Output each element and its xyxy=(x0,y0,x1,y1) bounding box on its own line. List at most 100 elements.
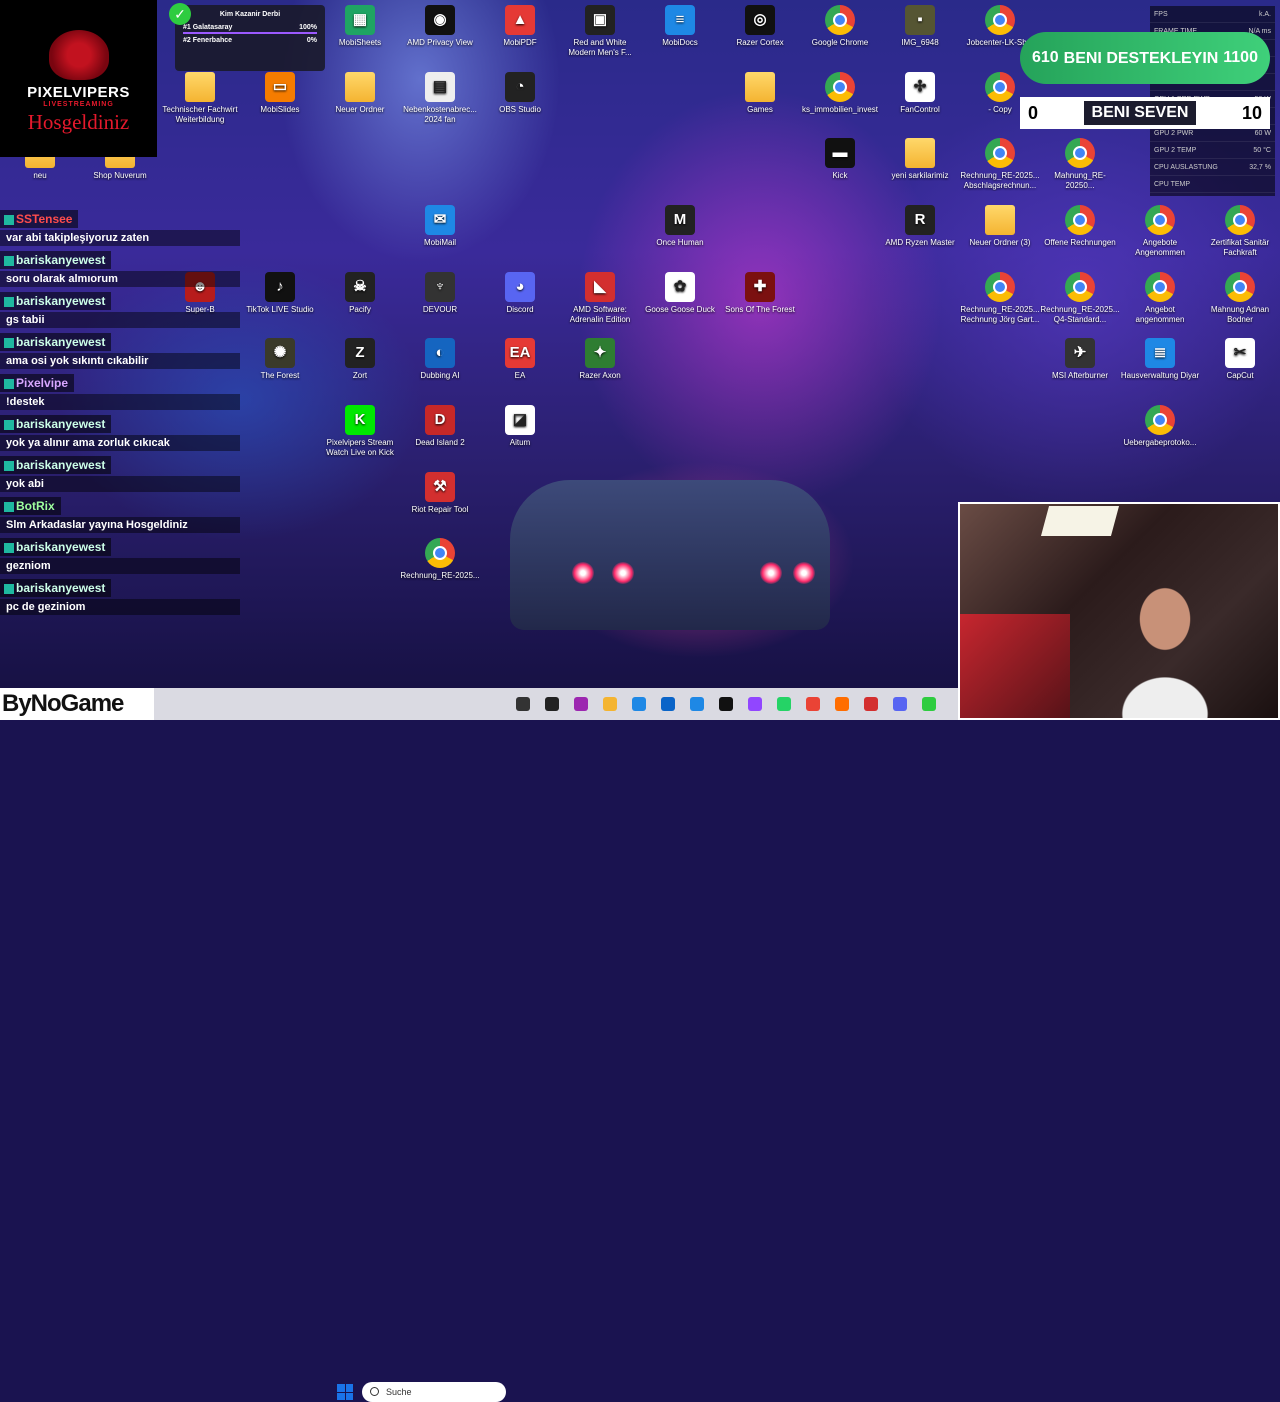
desktop-icon[interactable]: ✣ FanControl xyxy=(880,72,960,115)
desktop-icon-label: MobiDocs xyxy=(662,38,698,47)
desktop-icon-label: Hausverwaltung Diyar xyxy=(1120,371,1200,380)
desktop-icon[interactable]: ▦ MobiSheets xyxy=(320,5,400,48)
desktop-icon[interactable]: ▣ Red and White Modern Men's F... xyxy=(560,5,640,58)
desktop-icon-label: Google Chrome xyxy=(811,38,869,47)
desktop-icon[interactable]: ▲ MobiPDF xyxy=(480,5,560,48)
desktop-icon[interactable]: Mahnung Adnan Bodner xyxy=(1200,272,1280,325)
chat-username-text: Pixelvipe xyxy=(16,376,69,390)
desktop-icon[interactable]: ◉ AMD Privacy View xyxy=(400,5,480,48)
desktop-icon[interactable]: Angebot angenommen xyxy=(1120,272,1200,325)
chat-text: yok ya alınır ama zorluk cıkıcak xyxy=(0,435,240,451)
desktop-icon[interactable]: ▪ IMG_6948 xyxy=(880,5,960,48)
desktop-icon[interactable]: Mahnung_RE-20250... xyxy=(1040,138,1120,191)
desktop-icon[interactable]: ks_immobilien_invest xyxy=(800,72,880,115)
desktop-icon[interactable]: ◐ Dubbing AI xyxy=(400,338,480,381)
desktop-icon[interactable]: ✦ Razer Axon xyxy=(560,338,640,381)
desktop-icon-label: TikTok LIVE Studio xyxy=(246,305,314,314)
twitch-icon[interactable] xyxy=(748,697,762,711)
desktop-icon[interactable]: Rechnung_RE-2025... Rechnung Jörg Gart..… xyxy=(960,272,1040,325)
desktop-icon[interactable]: ☠ Pacify xyxy=(320,272,400,315)
desktop-icon-label: Aitum xyxy=(509,438,531,447)
task-view-icon[interactable] xyxy=(516,697,530,711)
desktop-icon[interactable]: ≣ Hausverwaltung Diyar xyxy=(1120,338,1200,381)
badge-icon xyxy=(4,419,14,430)
search-placeholder: Suche xyxy=(386,1387,412,1397)
chat-username: bariskanyewest xyxy=(0,538,112,556)
desktop-icon[interactable]: ⚒ Riot Repair Tool xyxy=(400,472,480,515)
desktop-icon[interactable]: ♆ DEVOUR xyxy=(400,272,480,315)
desktop-icon-label: Neuer Ordner xyxy=(335,105,385,114)
desktop-icon[interactable]: ≡ MobiDocs xyxy=(640,5,720,48)
mobidocs-icon[interactable] xyxy=(690,697,704,711)
desktop-icon[interactable]: ◣ AMD Software: Adrenalin Edition xyxy=(560,272,640,325)
badge-icon xyxy=(4,542,14,553)
desktop-icon[interactable]: ✺ The Forest xyxy=(240,338,320,381)
desktop-icon[interactable]: ▭ MobiSlides xyxy=(240,72,320,115)
desktop-icon[interactable]: Neuer Ordner xyxy=(320,72,400,115)
desktop-icon[interactable]: ◕ Discord xyxy=(480,272,560,315)
file-explorer-icon[interactable] xyxy=(603,697,617,711)
desktop-icon[interactable]: Games xyxy=(720,72,800,115)
support-counter-label: BENI DESTEKLEYIN xyxy=(1063,49,1219,67)
poll-option-label: #2 Fenerbahce xyxy=(183,37,233,44)
desktop-icon[interactable]: ▬ Kick xyxy=(800,138,880,181)
desktop-icon[interactable]: ✂ CapCut xyxy=(1200,338,1280,381)
start-button[interactable] xyxy=(337,1384,353,1400)
desktop-icon[interactable]: ✈ MSI Afterburner xyxy=(1040,338,1120,381)
amd-icon[interactable] xyxy=(864,697,878,711)
desktop-icon-label: Zort xyxy=(352,371,368,380)
channel-logo: PIXELVIPERS LIVESTREAMING Hosgeldiniz xyxy=(0,0,157,157)
desktop-icon[interactable]: ✿ Goose Goose Duck xyxy=(640,272,720,315)
tiktok-icon[interactable] xyxy=(719,697,733,711)
copilot-icon[interactable] xyxy=(574,697,588,711)
desktop-icon[interactable]: R AMD Ryzen Master xyxy=(880,205,960,248)
desktop-icon[interactable]: Zertifikat Sanitär Fachkraft xyxy=(1200,205,1280,258)
desktop-icon[interactable]: ◎ Razer Cortex xyxy=(720,5,800,48)
taskbar-search[interactable]: Suche xyxy=(362,1382,506,1402)
desktop-icon[interactable]: M Once Human xyxy=(640,205,720,248)
discord-icon[interactable] xyxy=(893,697,907,711)
desktop-icon[interactable]: ✚ Sons Of The Forest xyxy=(720,272,800,315)
desktop-icon[interactable]: ✉ MobiMail xyxy=(400,205,480,248)
razer-icon[interactable] xyxy=(922,697,936,711)
love-counter-current: 0 xyxy=(1028,102,1039,123)
desktop-icon[interactable]: Rechnung_RE-2025... Q4-Standard... xyxy=(1040,272,1120,325)
desktop-icon-label: Uebergabeprotoko... xyxy=(1123,438,1197,447)
chat-username-text: bariskanyewest xyxy=(16,335,106,349)
desktop-icon[interactable]: yeni sarkilarimiz xyxy=(880,138,960,181)
chrome-icon[interactable] xyxy=(806,697,820,711)
sponsor-logo: ByNoGame xyxy=(0,688,154,720)
desktop-icon[interactable]: Offene Rechnungen xyxy=(1040,205,1120,248)
badge-icon xyxy=(4,460,14,471)
desktop-icon[interactable]: Rechnung_RE-2025... Abschlagsrechnun... xyxy=(960,138,1040,191)
badge-icon xyxy=(4,337,14,348)
brave-icon[interactable] xyxy=(835,697,849,711)
desktop-icon[interactable]: ▤ Nebenkostenabrec... 2024 fan xyxy=(400,72,480,125)
desktop-icon[interactable]: Google Chrome xyxy=(800,5,880,48)
desktop-icon[interactable]: D Dead Island 2 xyxy=(400,405,480,448)
desktop-icon[interactable]: Neuer Ordner (3) xyxy=(960,205,1040,248)
chrome-icon xyxy=(1145,405,1175,435)
app-icon: ✉ xyxy=(425,205,455,235)
chrome-icon xyxy=(425,538,455,568)
outlook-icon[interactable] xyxy=(661,697,675,711)
whatsapp-icon[interactable] xyxy=(777,697,791,711)
chrome-icon xyxy=(985,138,1015,168)
chat-username: bariskanyewest xyxy=(0,333,112,351)
desktop-icon[interactable]: Rechnung_RE-2025... xyxy=(400,538,480,581)
desktop-icon-label: Razer Cortex xyxy=(736,38,784,47)
desktop-icon[interactable]: Uebergabeprotoko... xyxy=(1120,405,1200,448)
desktop-icon[interactable]: ◪ Aitum xyxy=(480,405,560,448)
desktop-icon[interactable]: ◔ OBS Studio xyxy=(480,72,560,115)
stat-row: CPU TEMP xyxy=(1150,176,1275,193)
obs-icon[interactable] xyxy=(545,697,559,711)
desktop-icon[interactable]: Angebote Angenommen xyxy=(1120,205,1200,258)
desktop-icon[interactable]: EA EA xyxy=(480,338,560,381)
desktop-icon[interactable]: Technischer Fachwirt Weiterbildung xyxy=(160,72,240,125)
desktop-icon[interactable]: ♪ TikTok LIVE Studio xyxy=(240,272,320,315)
edge-icon[interactable] xyxy=(632,697,646,711)
app-icon: ◔ xyxy=(505,72,535,102)
desktop-icon[interactable]: Z Zort xyxy=(320,338,400,381)
desktop-icon[interactable]: K Pixelvipers Stream Watch Live on Kick xyxy=(320,405,400,458)
chat-text: gezniom xyxy=(0,558,240,574)
